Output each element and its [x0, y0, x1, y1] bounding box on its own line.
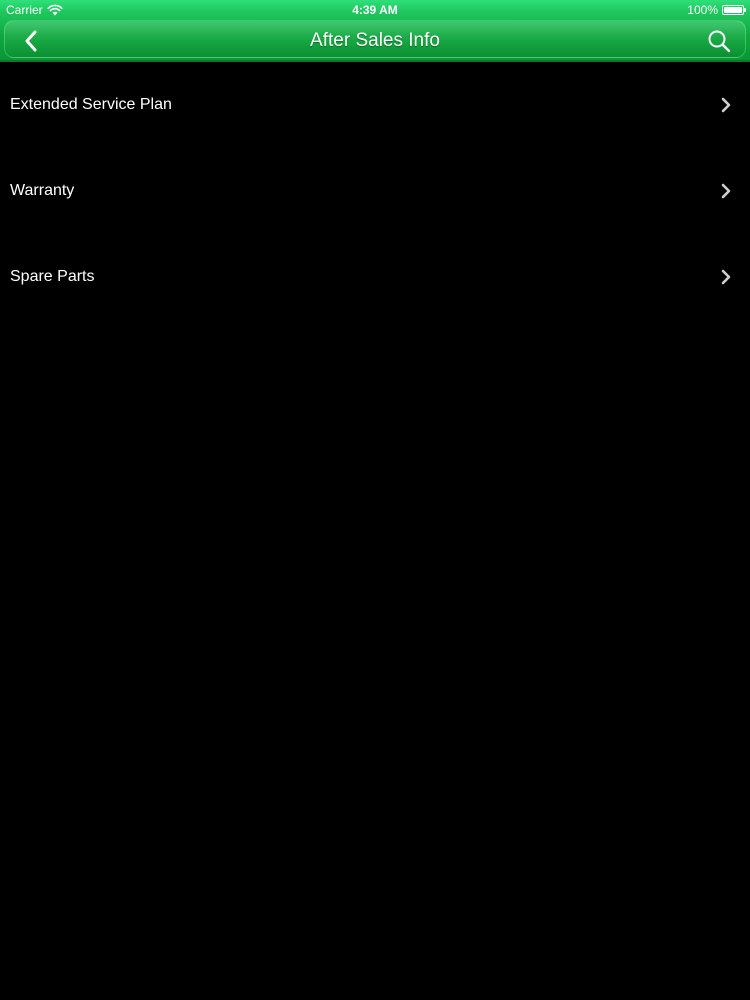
chevron-right-icon	[721, 97, 731, 113]
back-button[interactable]	[14, 24, 48, 58]
after-sales-menu: Extended Service Plan Warranty Spare Par…	[0, 62, 750, 320]
status-time: 4:39 AM	[352, 3, 398, 17]
menu-item-extended-service-plan[interactable]: Extended Service Plan	[0, 62, 750, 148]
chevron-left-icon	[25, 30, 37, 52]
battery-percent: 100%	[687, 3, 718, 17]
battery-icon	[722, 5, 746, 15]
search-button[interactable]	[702, 24, 736, 58]
status-bar: Carrier 4:39 AM 100%	[0, 0, 750, 20]
navigation-bar: Carrier 4:39 AM 100% After Sales Info	[0, 0, 750, 62]
battery-status: 100%	[687, 0, 746, 20]
menu-item-warranty[interactable]: Warranty	[0, 148, 750, 234]
menu-item-spare-parts[interactable]: Spare Parts	[0, 234, 750, 320]
chevron-right-icon	[721, 269, 731, 285]
menu-item-label: Warranty	[10, 182, 75, 199]
search-icon	[708, 30, 731, 53]
menu-item-label: Extended Service Plan	[10, 96, 172, 113]
menu-item-label: Spare Parts	[10, 268, 95, 285]
chevron-right-icon	[721, 183, 731, 199]
page-title: After Sales Info	[310, 30, 440, 51]
app-screen: Carrier 4:39 AM 100% After Sales Info Ex…	[0, 0, 750, 1000]
